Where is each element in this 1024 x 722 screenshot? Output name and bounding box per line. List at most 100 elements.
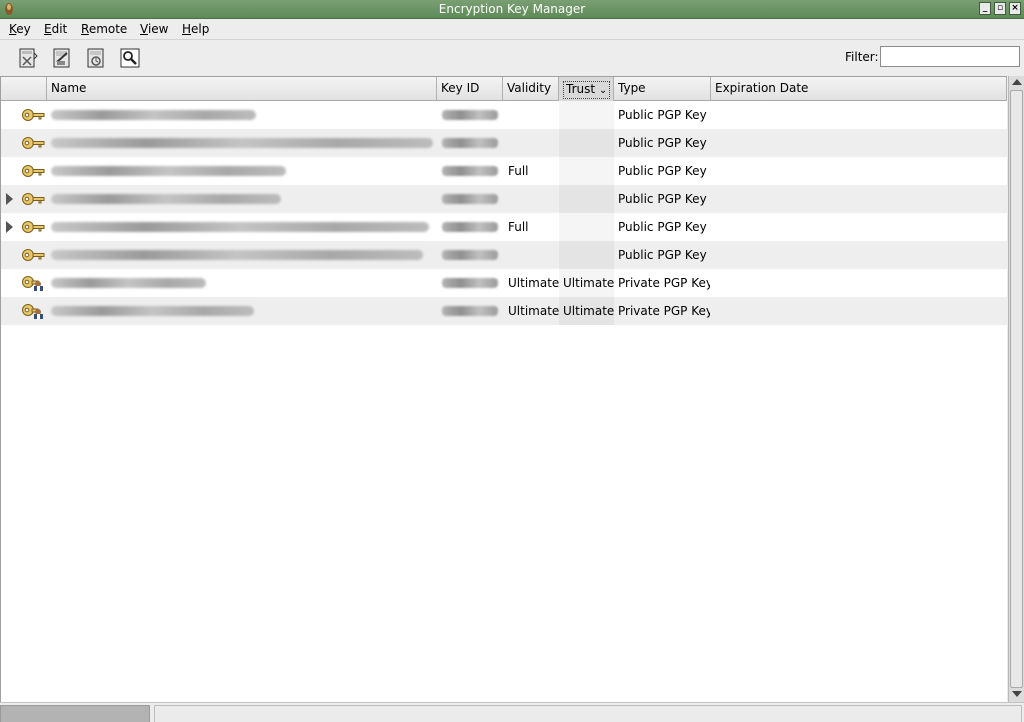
private-key-icon: [22, 304, 43, 319]
type-cell: Public PGP Key: [618, 248, 707, 262]
column-header-type[interactable]: Type: [614, 77, 711, 101]
sort-descending-icon: ⌄: [598, 85, 608, 96]
status-bar: [0, 702, 1024, 722]
key-name-redacted: [51, 222, 429, 232]
expiration-cell: [716, 297, 1006, 325]
key-id-redacted: [442, 138, 498, 148]
scrollbar-thumb[interactable]: [1010, 90, 1023, 688]
menu-key[interactable]: Key: [9, 22, 31, 36]
validity-cell: Full: [508, 220, 529, 234]
toolbar: Filter:: [0, 40, 1024, 76]
trust-cell: Ultimate: [563, 304, 615, 318]
type-cell: Private PGP Key: [618, 276, 710, 290]
title-bar: Encryption Key Manager _ ▫ ×: [0, 0, 1024, 19]
menu-bar: Key Edit Remote View Help: [0, 19, 1024, 40]
validity-cell: [508, 185, 560, 213]
key-name-redacted: [51, 194, 281, 204]
expand-arrow-icon[interactable]: [6, 221, 13, 233]
validity-cell: Ultimate: [508, 276, 560, 290]
sign-button[interactable]: [50, 46, 74, 70]
type-cell: Public PGP Key: [618, 136, 707, 150]
table-row[interactable]: Ultimate Ultimate Private PGP Key: [1, 269, 1007, 297]
vertical-scrollbar[interactable]: [1008, 76, 1024, 702]
table-row[interactable]: Public PGP Key: [1, 101, 1007, 129]
progress-bar: [0, 705, 150, 722]
private-key-icon: [22, 276, 43, 291]
public-key-icon: [22, 249, 45, 261]
menu-view[interactable]: View: [140, 22, 168, 36]
key-id-redacted: [442, 278, 498, 288]
find-remote-button[interactable]: [118, 46, 142, 70]
table-row[interactable]: Public PGP Key: [1, 241, 1007, 269]
type-cell: Private PGP Key: [618, 304, 710, 318]
maximize-button[interactable]: ▫: [994, 2, 1006, 15]
public-key-icon: [22, 165, 45, 177]
menu-help[interactable]: Help: [182, 22, 209, 36]
menu-remote[interactable]: Remote: [81, 22, 127, 36]
expiration-cell: [716, 241, 1006, 269]
expiration-cell: [716, 185, 1006, 213]
validity-cell: [508, 241, 560, 269]
table-row[interactable]: Full Public PGP Key: [1, 213, 1007, 241]
scroll-up-icon[interactable]: [1012, 79, 1022, 85]
properties-button[interactable]: [84, 46, 108, 70]
expiration-cell: [716, 157, 1006, 185]
expiration-cell: [716, 101, 1006, 129]
public-key-icon: [22, 109, 45, 121]
column-header-key-id[interactable]: Key ID: [437, 77, 503, 101]
key-name-redacted: [51, 138, 433, 148]
column-header-trust[interactable]: Trust ⌄: [559, 77, 614, 101]
validity-cell: [508, 129, 560, 157]
key-name-redacted: [51, 306, 254, 316]
properties-icon: [87, 48, 104, 68]
menu-edit[interactable]: Edit: [44, 22, 67, 36]
table-row[interactable]: Ultimate Ultimate Private PGP Key: [1, 297, 1007, 325]
validity-cell: [508, 101, 560, 129]
column-header-expiration[interactable]: Expiration Date: [711, 77, 1007, 101]
public-key-icon: [22, 221, 45, 233]
filter-label: Filter:: [845, 50, 879, 64]
trust-cell: [563, 185, 615, 213]
key-id-redacted: [442, 222, 498, 232]
minimize-button[interactable]: _: [979, 2, 991, 15]
find-remote-icon: [120, 48, 140, 68]
export-icon: [19, 48, 38, 68]
table-row[interactable]: Full Public PGP Key: [1, 157, 1007, 185]
key-list[interactable]: Name Key ID Validity Trust ⌄ Type Expira…: [0, 76, 1007, 702]
validity-cell: Full: [508, 164, 529, 178]
key-id-redacted: [442, 306, 498, 316]
key-name-redacted: [51, 278, 206, 288]
type-cell: Public PGP Key: [618, 220, 707, 234]
table-row[interactable]: Public PGP Key: [1, 129, 1007, 157]
close-button[interactable]: ×: [1009, 2, 1021, 15]
column-header-name[interactable]: Name: [47, 77, 437, 101]
trust-cell: Ultimate: [563, 276, 615, 290]
column-header-validity[interactable]: Validity: [503, 77, 559, 101]
type-cell: Public PGP Key: [618, 108, 707, 122]
key-name-redacted: [51, 166, 286, 176]
type-cell: Public PGP Key: [618, 192, 707, 206]
public-key-icon: [22, 193, 45, 205]
key-id-redacted: [442, 166, 498, 176]
key-name-redacted: [51, 110, 256, 120]
trust-cell: [563, 101, 615, 129]
validity-cell: Ultimate: [508, 304, 560, 318]
type-cell: Public PGP Key: [618, 164, 707, 178]
trust-cell: [563, 213, 615, 241]
table-row[interactable]: Public PGP Key: [1, 185, 1007, 213]
expiration-cell: [716, 129, 1006, 157]
trust-cell: [563, 157, 615, 185]
key-name-redacted: [51, 250, 423, 260]
export-button[interactable]: [16, 46, 40, 70]
status-text: [154, 705, 1022, 722]
trust-cell: [563, 129, 615, 157]
window-title: Encryption Key Manager: [438, 2, 586, 16]
expand-arrow-icon[interactable]: [6, 193, 13, 205]
column-header: Name Key ID Validity Trust ⌄ Type Expira…: [1, 77, 1007, 101]
expiration-cell: [716, 269, 1006, 297]
key-id-redacted: [442, 194, 498, 204]
sign-icon: [53, 48, 70, 68]
filter-input[interactable]: [880, 46, 1020, 67]
scroll-down-icon[interactable]: [1012, 691, 1022, 697]
column-header-icon[interactable]: [1, 77, 47, 101]
